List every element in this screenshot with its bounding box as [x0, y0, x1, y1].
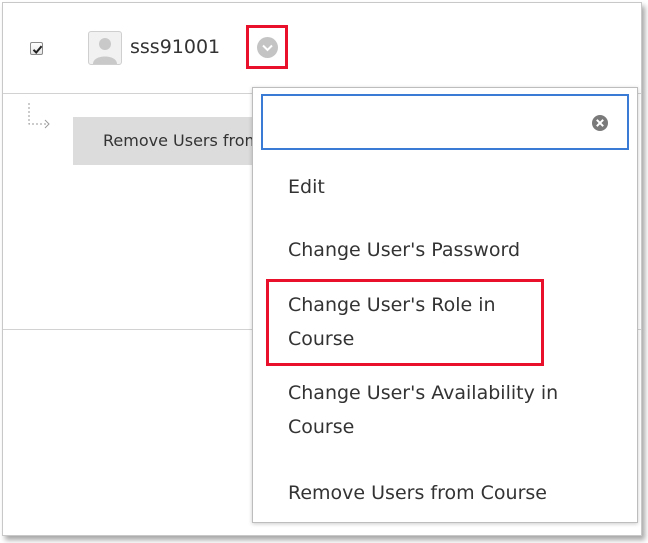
- user-row: sss91001: [3, 3, 641, 94]
- clear-circle-x-icon[interactable]: [591, 114, 609, 132]
- menu-item-edit[interactable]: Edit: [288, 170, 325, 204]
- user-select-checkbox[interactable]: [30, 42, 43, 55]
- menu-search-field[interactable]: [261, 94, 629, 150]
- user-list-panel: sss91001 Remove Users from Course Edit: [2, 2, 642, 536]
- menu-item-change-availability[interactable]: Change User's Availability in Course: [288, 376, 558, 444]
- remove-users-button[interactable]: Remove Users from Course: [73, 117, 263, 165]
- tree-connector-icon: [28, 103, 50, 129]
- menu-item-remove-users[interactable]: Remove Users from Course: [288, 476, 547, 510]
- user-avatar-icon: [88, 31, 122, 65]
- menu-search-input[interactable]: [269, 104, 583, 142]
- menu-item-change-role[interactable]: Change User's Role in Course: [288, 288, 496, 356]
- menu-item-change-password[interactable]: Change User's Password: [288, 233, 520, 267]
- menu-trigger-highlight: [246, 25, 288, 69]
- context-menu: Edit Change User's Password Change User'…: [252, 87, 638, 523]
- username-label: sss91001: [130, 36, 221, 58]
- checkmark-icon: [32, 45, 43, 54]
- chevron-down-icon[interactable]: [257, 37, 278, 58]
